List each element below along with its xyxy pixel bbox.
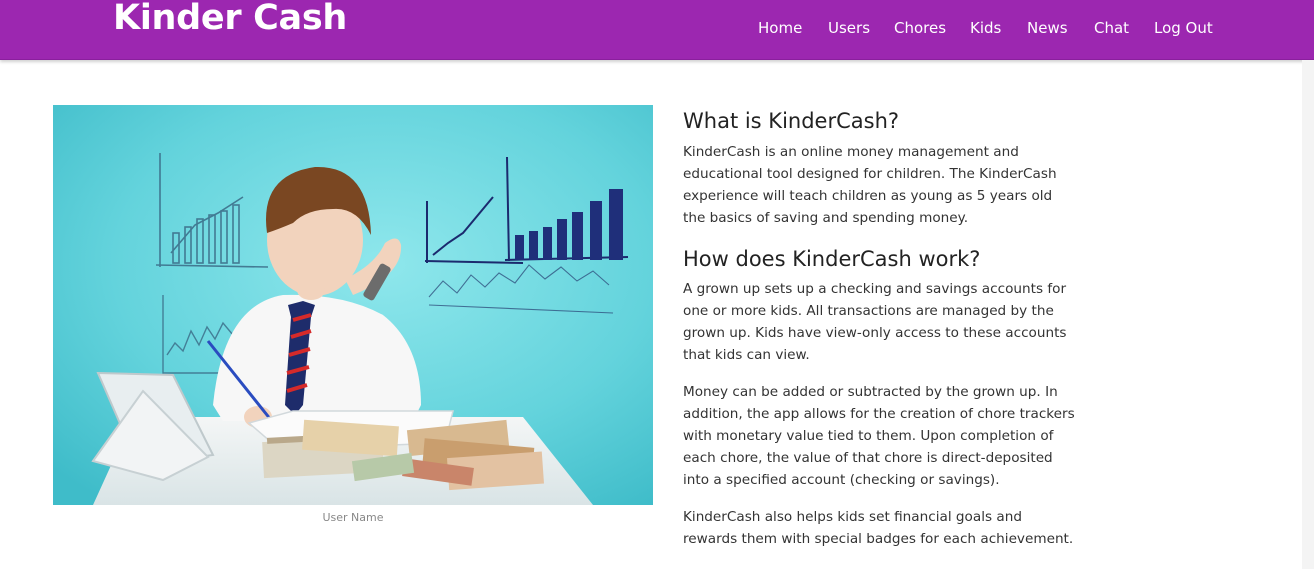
about-heading: What is KinderCash? <box>683 109 900 133</box>
nav-kids[interactable]: Kids <box>970 19 1001 37</box>
how-heading: How does KinderCash work? <box>683 247 981 271</box>
how-paragraph-1: A grown up sets up a checking and saving… <box>683 281 1067 363</box>
hero-image <box>53 105 653 505</box>
image-caption: User Name <box>322 511 384 524</box>
nav-news[interactable]: News <box>1027 19 1068 37</box>
nav-home[interactable]: Home <box>758 19 802 37</box>
how-paragraph-3: KinderCash also helps kids set financial… <box>683 509 1074 547</box>
nav-users[interactable]: Users <box>828 19 870 37</box>
page-scrollbar[interactable] <box>1302 60 1314 569</box>
nav-chat[interactable]: Chat <box>1094 19 1129 37</box>
top-navbar: Kinder Cash Home Users Chores Kids News … <box>0 0 1314 60</box>
nav-logout[interactable]: Log Out <box>1154 19 1213 37</box>
how-paragraph-2: Money can be added or subtracted by the … <box>683 384 1075 488</box>
about-paragraph: KinderCash is an online money management… <box>683 144 1057 226</box>
nav-links: Home Users Chores Kids News Chat Log Out <box>0 19 1314 41</box>
nav-chores[interactable]: Chores <box>894 19 946 37</box>
